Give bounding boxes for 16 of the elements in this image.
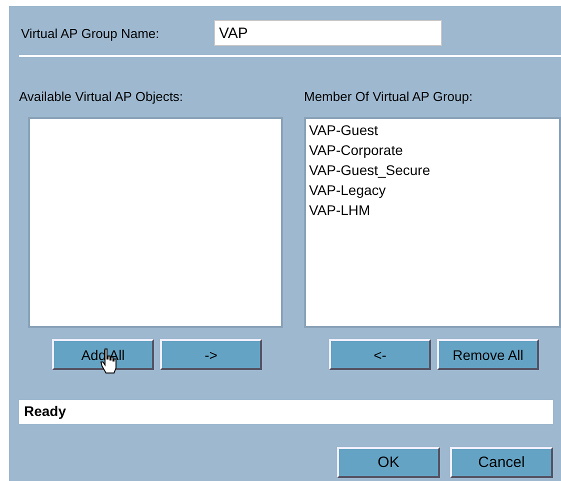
status-field: Ready [19,400,553,424]
add-button[interactable]: -> [160,339,262,370]
member-item[interactable]: VAP-Guest [309,120,556,140]
remove-all-button[interactable]: Remove All [437,339,539,370]
member-item[interactable]: VAP-Guest_Secure [309,160,556,180]
available-objects-list[interactable] [28,117,283,328]
group-name-field[interactable]: VAP [214,20,442,46]
members-label: Member Of Virtual AP Group: [304,89,474,104]
cancel-button[interactable]: Cancel [450,447,553,478]
member-item[interactable]: VAP-Legacy [309,180,556,200]
available-objects-label: Available Virtual AP Objects: [19,89,184,104]
member-item[interactable]: VAP-LHM [309,200,556,220]
group-name-label: Virtual AP Group Name: [21,26,160,40]
remove-button[interactable]: <- [329,339,431,370]
member-item[interactable]: VAP-Corporate [309,140,556,160]
ok-button[interactable]: OK [337,447,440,478]
